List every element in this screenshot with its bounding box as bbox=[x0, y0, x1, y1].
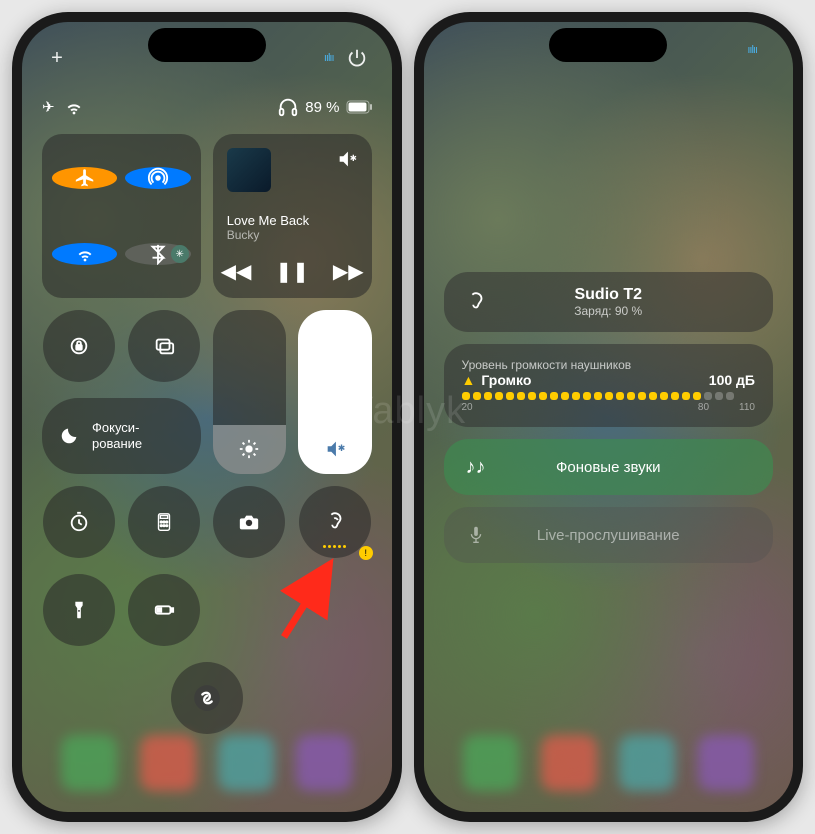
focus-label: Фокуси- рование bbox=[92, 420, 142, 451]
now-playing-tile[interactable]: ✱ Love Me Back Bucky ◀◀ ❚❚ ▶▶ bbox=[213, 134, 372, 298]
airdrop-toggle[interactable] bbox=[125, 167, 190, 189]
device-name: Sudio T2 bbox=[504, 286, 714, 304]
camera-icon bbox=[238, 511, 260, 533]
connected-device-row[interactable]: Sudio T2 Заряд: 90 % bbox=[444, 272, 774, 332]
device-charge-label: Заряд: 90 % bbox=[504, 304, 714, 318]
brightness-slider[interactable] bbox=[213, 310, 286, 474]
ear-icon bbox=[462, 288, 490, 316]
track-artist: Bucky bbox=[227, 228, 358, 242]
wifi-icon bbox=[74, 243, 96, 265]
axis-low: 20 bbox=[462, 402, 473, 413]
bluetooth-toggle[interactable]: ✳︎ bbox=[125, 243, 190, 265]
music-notes-icon: ♪♪ bbox=[462, 453, 490, 481]
control-center-screen: + ıılıı ✈︎ 89 % bbox=[22, 22, 392, 812]
warning-icon: ▲ bbox=[462, 372, 476, 388]
loudness-tile[interactable]: Уровень громкости наушников ▲ Громко 100 … bbox=[444, 344, 774, 427]
volume-bt-icon: ✱ bbox=[324, 438, 346, 460]
dock-blurred bbox=[424, 714, 794, 812]
svg-text:✱: ✱ bbox=[338, 443, 346, 453]
next-track-button[interactable]: ▶▶ bbox=[333, 259, 364, 284]
airplane-mode-toggle[interactable] bbox=[52, 167, 117, 189]
low-power-icon bbox=[153, 599, 175, 621]
focus-mode-button[interactable]: Фокуси- рование bbox=[42, 398, 201, 474]
add-control-button[interactable]: + bbox=[42, 43, 72, 73]
volume-slider[interactable]: ✱ bbox=[298, 310, 371, 474]
dynamic-island bbox=[549, 28, 667, 62]
low-power-button[interactable] bbox=[128, 574, 200, 646]
power-button[interactable] bbox=[342, 43, 372, 73]
hearing-button[interactable]: ! bbox=[299, 486, 371, 558]
live-listen-label: Live-прослушивание bbox=[504, 527, 714, 544]
airplane-status-icon: ✈︎ bbox=[42, 98, 55, 116]
timer-icon bbox=[68, 511, 90, 533]
live-listen-row[interactable]: Live-прослушивание bbox=[444, 507, 774, 563]
hearing-warning-badge: ! bbox=[359, 546, 373, 560]
shazam-icon bbox=[193, 684, 221, 712]
play-pause-button[interactable]: ❚❚ bbox=[275, 259, 309, 284]
axis-high: 110 bbox=[739, 402, 755, 413]
camera-button[interactable] bbox=[213, 486, 285, 558]
prev-track-button[interactable]: ◀◀ bbox=[221, 259, 252, 284]
bluetooth-icon bbox=[147, 243, 169, 265]
status-bar: ✈︎ 89 % bbox=[42, 96, 372, 118]
battery-icon bbox=[346, 100, 372, 114]
brightness-icon bbox=[238, 438, 260, 460]
battery-percentage: 89 % bbox=[305, 99, 339, 116]
flashlight-icon bbox=[68, 599, 90, 621]
album-art bbox=[227, 148, 271, 192]
wifi-toggle[interactable] bbox=[52, 243, 117, 265]
audio-visualizer-icon: ıılıı bbox=[324, 52, 334, 64]
output-headphones-icon bbox=[277, 96, 299, 118]
rotation-lock-icon bbox=[68, 335, 90, 357]
audio-output-icon[interactable]: ✱ bbox=[336, 148, 358, 175]
loudness-meter bbox=[462, 392, 756, 400]
calculator-icon bbox=[153, 511, 175, 533]
phone-left-frame: + ıılıı ✈︎ 89 % bbox=[12, 12, 402, 822]
hearing-level-dots bbox=[323, 545, 346, 548]
moon-icon bbox=[58, 425, 80, 447]
axis-mid: 80 bbox=[698, 402, 709, 413]
bluetooth-device-badge: ✳︎ bbox=[171, 245, 189, 263]
airdrop-icon bbox=[147, 167, 169, 189]
calculator-button[interactable] bbox=[128, 486, 200, 558]
airplane-icon bbox=[74, 167, 96, 189]
loudness-value: 100 дБ bbox=[709, 372, 755, 388]
ear-icon bbox=[324, 511, 346, 533]
rotation-lock-toggle[interactable] bbox=[43, 310, 115, 382]
screen-mirroring-button[interactable] bbox=[128, 310, 200, 382]
background-sounds-label: Фоновые звуки bbox=[504, 459, 714, 476]
phone-right-frame: ıılıı Sudio T2 Заряд: 90 % Уровень громк… bbox=[414, 12, 804, 822]
track-title: Love Me Back bbox=[227, 213, 358, 228]
loudness-status: Громко bbox=[481, 372, 531, 388]
connectivity-tile[interactable]: ✳︎ bbox=[42, 134, 201, 298]
flashlight-button[interactable] bbox=[43, 574, 115, 646]
dynamic-island bbox=[148, 28, 266, 62]
timer-button[interactable] bbox=[43, 486, 115, 558]
wifi-status-icon bbox=[63, 96, 85, 118]
audio-visualizer-icon: ıılıı bbox=[747, 44, 757, 56]
dock-blurred bbox=[22, 714, 392, 812]
svg-text:✱: ✱ bbox=[349, 154, 356, 163]
screen-mirroring-icon bbox=[153, 335, 175, 357]
hearing-detail-screen: ıılıı Sudio T2 Заряд: 90 % Уровень громк… bbox=[424, 22, 794, 812]
loudness-header: Уровень громкости наушников bbox=[462, 358, 756, 372]
background-sounds-row[interactable]: ♪♪ Фоновые звуки bbox=[444, 439, 774, 495]
microphone-icon bbox=[462, 521, 490, 549]
